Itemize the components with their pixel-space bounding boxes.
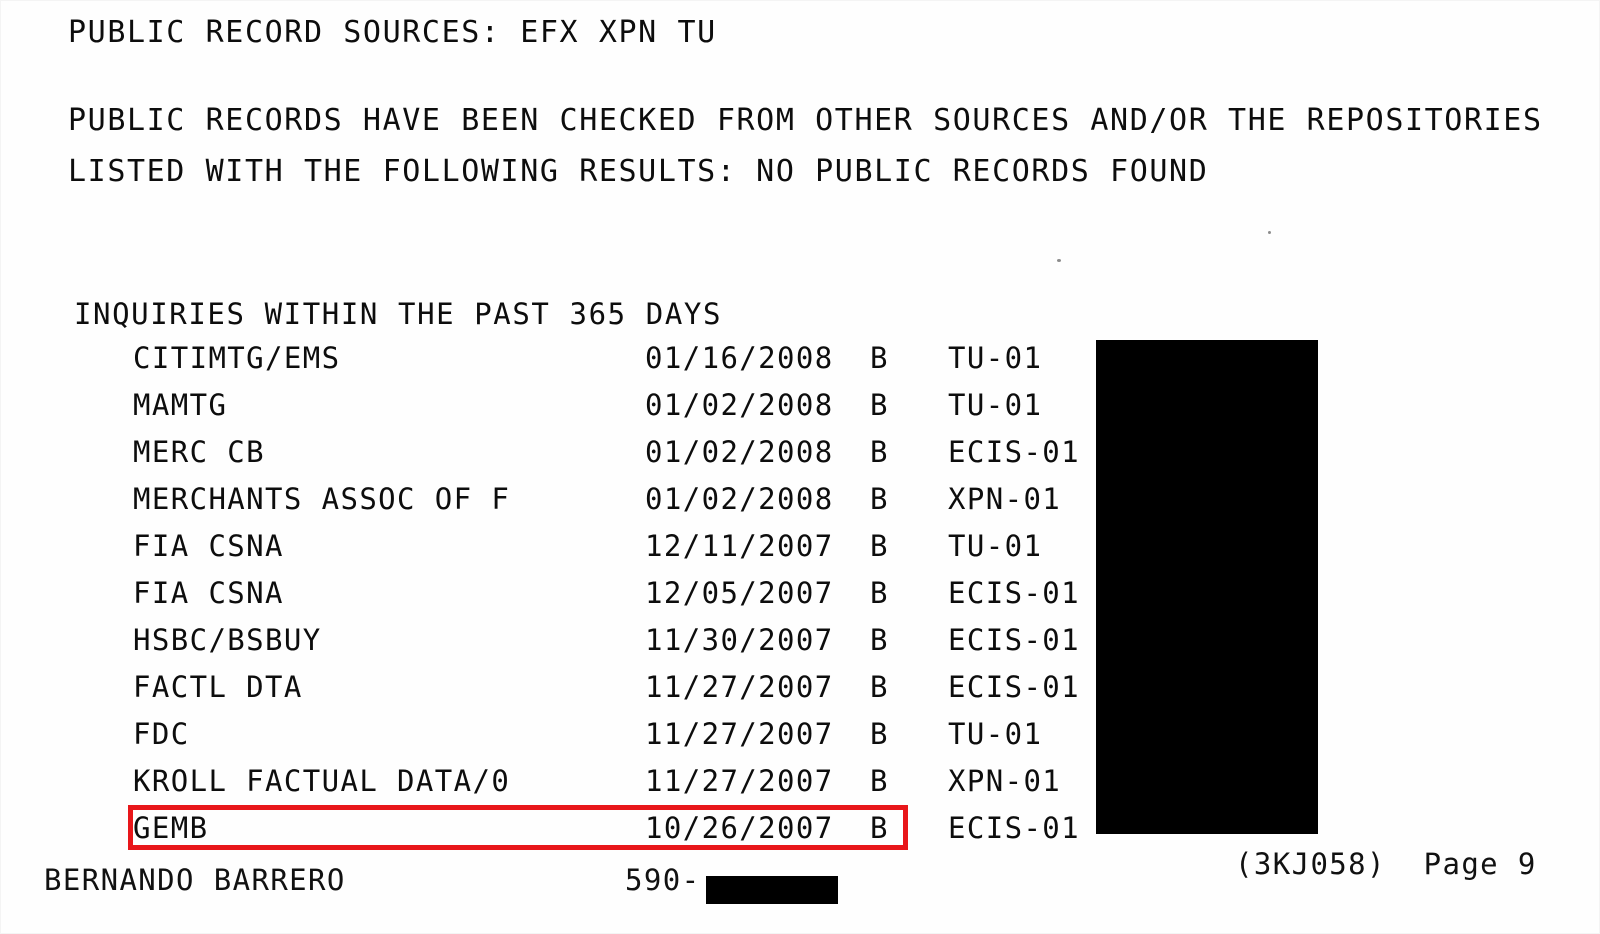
- table-row[interactable]: FIA CSNA 12/11/2007 B TU-01: [0, 526, 1600, 573]
- inquiry-type: B: [870, 764, 889, 798]
- inquiry-date: 01/02/2008: [645, 388, 834, 422]
- inquiry-date: 10/26/2007: [645, 811, 834, 845]
- document-page: PUBLIC RECORD SOURCES: EFX XPN TU PUBLIC…: [0, 0, 1600, 934]
- inquiry-subscriber: MERCHANTS ASSOC OF F: [133, 482, 511, 516]
- inquiry-bureau-code: ECIS-01: [948, 623, 1081, 657]
- inquiry-type: B: [870, 482, 889, 516]
- inquiry-subscriber: CITIMTG/EMS: [133, 341, 341, 375]
- table-row[interactable]: FDC 11/27/2007 B TU-01: [0, 714, 1600, 761]
- inquiry-date: 01/02/2008: [645, 482, 834, 516]
- public-records-checked-line: PUBLIC RECORDS HAVE BEEN CHECKED FROM OT…: [68, 103, 1543, 138]
- footer-page-reference: (3KJ058) Page 9: [1235, 847, 1537, 881]
- inquiry-subscriber: GEMB: [133, 811, 209, 845]
- inquiry-date: 11/30/2007: [645, 623, 834, 657]
- inquiry-bureau-code: ECIS-01: [948, 435, 1081, 469]
- inquiry-bureau-code: ECIS-01: [948, 670, 1081, 704]
- inquiry-date: 11/27/2007: [645, 670, 834, 704]
- inquiry-subscriber: KROLL FACTUAL DATA/0: [133, 764, 511, 798]
- public-records-result-line: LISTED WITH THE FOLLOWING RESULTS: NO PU…: [68, 154, 1209, 189]
- scan-speck: [1268, 231, 1271, 234]
- inquiry-type: B: [870, 717, 889, 751]
- inquiry-bureau-code: ECIS-01: [948, 811, 1081, 845]
- inquiry-bureau-code: TU-01: [948, 717, 1043, 751]
- inquiry-date: 12/05/2007: [645, 576, 834, 610]
- inquiry-type: B: [870, 341, 889, 375]
- table-row[interactable]: HSBC/BSBUY 11/30/2007 B ECIS-01: [0, 620, 1600, 667]
- table-row[interactable]: FACTL DTA 11/27/2007 B ECIS-01: [0, 667, 1600, 714]
- inquiries-table: CITIMTG/EMS 01/16/2008 B TU-01 MAMTG 01/…: [0, 338, 1600, 855]
- inquiry-bureau-code: TU-01: [948, 388, 1043, 422]
- table-row[interactable]: MAMTG 01/02/2008 B TU-01: [0, 385, 1600, 432]
- table-row[interactable]: FIA CSNA 12/05/2007 B ECIS-01: [0, 573, 1600, 620]
- inquiry-bureau-code: ECIS-01: [948, 576, 1081, 610]
- inquiry-bureau-code: XPN-01: [948, 482, 1062, 516]
- scan-speck: [1057, 259, 1061, 262]
- inquiry-subscriber: MAMTG: [133, 388, 228, 422]
- inquiry-bureau-code: TU-01: [948, 341, 1043, 375]
- inquiry-date: 01/02/2008: [645, 435, 834, 469]
- inquiry-subscriber: FIA CSNA: [133, 529, 284, 563]
- inquiry-subscriber: FDC: [133, 717, 190, 751]
- inquiry-date: 12/11/2007: [645, 529, 834, 563]
- footer-subject-name: BERNANDO BARRERO: [44, 863, 346, 897]
- footer-ssn-prefix: 590-: [625, 863, 701, 897]
- inquiry-subscriber: MERC CB: [133, 435, 266, 469]
- inquiry-date: 11/27/2007: [645, 764, 834, 798]
- inquiry-date: 11/27/2007: [645, 717, 834, 751]
- table-row[interactable]: MERCHANTS ASSOC OF F 01/02/2008 B XPN-01: [0, 479, 1600, 526]
- public-record-sources-line: PUBLIC RECORD SOURCES: EFX XPN TU: [68, 15, 717, 50]
- inquiry-type: B: [870, 529, 889, 563]
- inquiry-type: B: [870, 811, 889, 845]
- inquiries-section-label: INQUIRIES WITHIN THE PAST 365 DAYS: [74, 297, 723, 331]
- inquiry-type: B: [870, 435, 889, 469]
- inquiry-type: B: [870, 388, 889, 422]
- inquiry-date: 01/16/2008: [645, 341, 834, 375]
- inquiry-bureau-code: XPN-01: [948, 764, 1062, 798]
- inquiry-type: B: [870, 623, 889, 657]
- inquiry-bureau-code: TU-01: [948, 529, 1043, 563]
- redacted-ssn: [706, 876, 838, 904]
- inquiry-type: B: [870, 576, 889, 610]
- inquiry-subscriber: FIA CSNA: [133, 576, 284, 610]
- redacted-block: [1096, 340, 1318, 834]
- inquiry-subscriber: FACTL DTA: [133, 670, 303, 704]
- inquiry-subscriber: HSBC/BSBUY: [133, 623, 322, 657]
- inquiry-type: B: [870, 670, 889, 704]
- table-row[interactable]: MERC CB 01/02/2008 B ECIS-01: [0, 432, 1600, 479]
- table-row[interactable]: KROLL FACTUAL DATA/0 11/27/2007 B XPN-01: [0, 761, 1600, 808]
- table-row[interactable]: CITIMTG/EMS 01/16/2008 B TU-01: [0, 338, 1600, 385]
